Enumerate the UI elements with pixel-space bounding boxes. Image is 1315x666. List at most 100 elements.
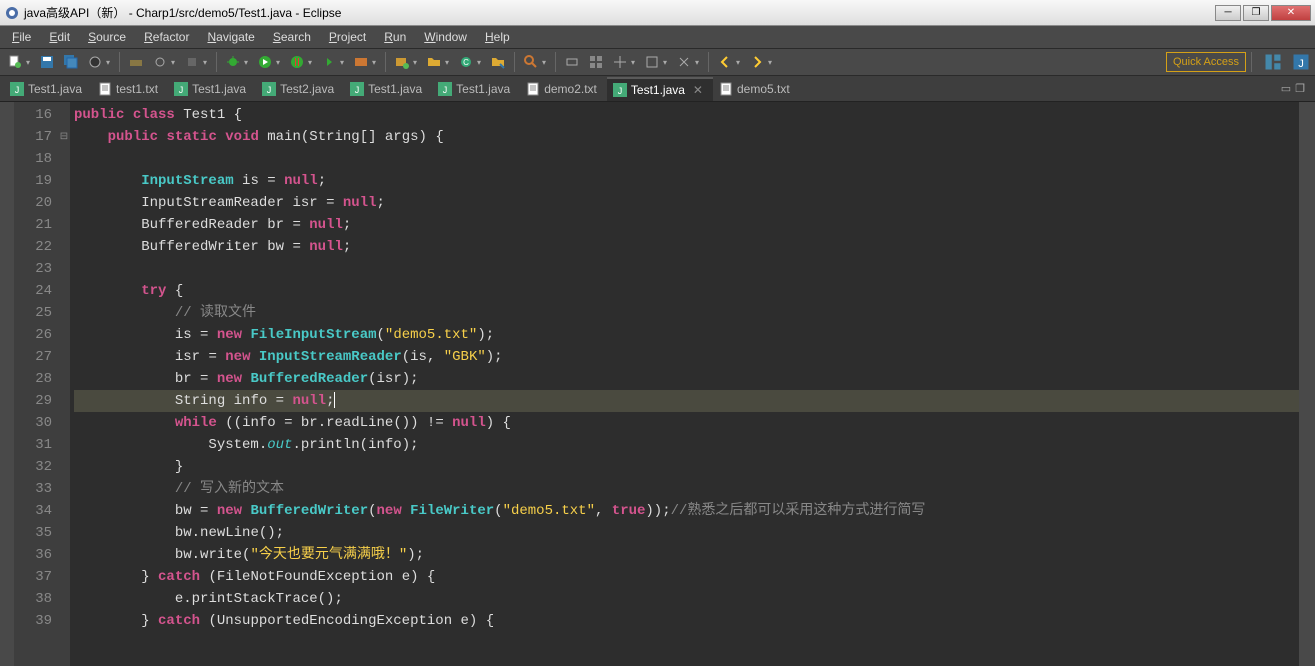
dropdown-icon[interactable]: ▾ (276, 58, 284, 67)
menu-refactor[interactable]: Refactor (136, 28, 197, 46)
code-line[interactable]: // 写入新的文本 (74, 478, 1299, 500)
fold-marker[interactable] (58, 324, 70, 346)
line-number[interactable]: 24 (14, 280, 52, 302)
line-number-gutter[interactable]: 1617181920212223242526272829303132333435… (14, 102, 58, 666)
line-number[interactable]: 25 (14, 302, 52, 324)
fold-marker[interactable] (58, 258, 70, 280)
code-line[interactable]: while ((info = br.readLine()) != null) { (74, 412, 1299, 434)
dropdown-icon[interactable]: ▾ (106, 58, 114, 67)
run-last-icon[interactable] (318, 51, 340, 73)
minimize-button[interactable]: ─ (1215, 5, 1241, 21)
line-number[interactable]: 38 (14, 588, 52, 610)
close-button[interactable]: ✕ (1271, 5, 1311, 21)
fold-marker[interactable] (58, 104, 70, 126)
search-icon[interactable] (520, 51, 542, 73)
close-tab-icon[interactable]: ✕ (693, 83, 703, 97)
fold-marker[interactable] (58, 346, 70, 368)
code-line[interactable] (74, 148, 1299, 170)
run-icon[interactable] (254, 51, 276, 73)
fold-marker[interactable] (58, 500, 70, 522)
coverage-icon[interactable] (286, 51, 308, 73)
dropdown-icon[interactable]: ▾ (477, 58, 485, 67)
menu-run[interactable]: Run (376, 28, 414, 46)
line-number[interactable]: 17 (14, 126, 52, 148)
minimize-view-icon[interactable]: ▭ (1281, 82, 1291, 95)
dropdown-icon[interactable]: ▾ (413, 58, 421, 67)
fold-marker[interactable]: ⊟ (58, 126, 70, 148)
line-number[interactable]: 34 (14, 500, 52, 522)
code-line[interactable]: bw = new BufferedWriter(new FileWriter("… (74, 500, 1299, 522)
code-line[interactable]: public class Test1 { (74, 104, 1299, 126)
print-icon[interactable] (84, 51, 106, 73)
fold-marker[interactable] (58, 434, 70, 456)
line-number[interactable]: 21 (14, 214, 52, 236)
dropdown-icon[interactable]: ▾ (631, 58, 639, 67)
java-perspective-icon[interactable]: J (1291, 52, 1311, 72)
tool-icon[interactable] (149, 51, 171, 73)
fold-marker[interactable] (58, 456, 70, 478)
perspective-icon[interactable] (1263, 52, 1283, 72)
line-number[interactable]: 18 (14, 148, 52, 170)
code-line[interactable]: // 读取文件 (74, 302, 1299, 324)
fold-marker[interactable] (58, 566, 70, 588)
code-line[interactable]: public static void main(String[] args) { (74, 126, 1299, 148)
back-icon[interactable] (714, 51, 736, 73)
menu-search[interactable]: Search (265, 28, 319, 46)
menu-window[interactable]: Window (416, 28, 475, 46)
save-all-icon[interactable] (60, 51, 82, 73)
code-line[interactable]: bw.newLine(); (74, 522, 1299, 544)
dropdown-icon[interactable]: ▾ (695, 58, 703, 67)
fold-marker[interactable] (58, 588, 70, 610)
editor-tab[interactable]: JTest1.java (432, 77, 520, 101)
dropdown-icon[interactable]: ▾ (768, 58, 776, 67)
fold-marker[interactable] (58, 522, 70, 544)
editor-tab[interactable]: demo5.txt (713, 77, 800, 101)
fold-marker[interactable] (58, 390, 70, 412)
code-line[interactable]: try { (74, 280, 1299, 302)
new-package-icon[interactable] (391, 51, 413, 73)
line-number[interactable]: 31 (14, 434, 52, 456)
code-line[interactable]: is = new FileInputStream("demo5.txt"); (74, 324, 1299, 346)
dropdown-icon[interactable]: ▾ (445, 58, 453, 67)
dropdown-icon[interactable]: ▾ (736, 58, 744, 67)
line-number[interactable]: 36 (14, 544, 52, 566)
fold-marker[interactable] (58, 302, 70, 324)
code-line[interactable]: } (74, 456, 1299, 478)
line-number[interactable]: 20 (14, 192, 52, 214)
editor-tab[interactable]: demo2.txt (520, 77, 607, 101)
fold-marker[interactable] (58, 412, 70, 434)
code-line[interactable]: BufferedWriter bw = null; (74, 236, 1299, 258)
line-number[interactable]: 39 (14, 610, 52, 632)
code-line[interactable]: InputStream is = null; (74, 170, 1299, 192)
editor-tab[interactable]: JTest1.java (168, 77, 256, 101)
line-number[interactable]: 33 (14, 478, 52, 500)
toggle-icon[interactable] (561, 51, 583, 73)
maximize-button[interactable]: ❐ (1243, 5, 1269, 21)
line-number[interactable]: 27 (14, 346, 52, 368)
line-number[interactable]: 29 (14, 390, 52, 412)
fold-marker[interactable] (58, 236, 70, 258)
menu-navigate[interactable]: Navigate (199, 28, 262, 46)
code-line[interactable]: isr = new InputStreamReader(is, "GBK"); (74, 346, 1299, 368)
menu-file[interactable]: File (4, 28, 39, 46)
line-number[interactable]: 32 (14, 456, 52, 478)
code-line[interactable]: e.printStackTrace(); (74, 588, 1299, 610)
fold-marker[interactable] (58, 280, 70, 302)
tool-icon[interactable] (641, 51, 663, 73)
new-folder-icon[interactable] (423, 51, 445, 73)
line-number[interactable]: 26 (14, 324, 52, 346)
dropdown-icon[interactable]: ▾ (663, 58, 671, 67)
tool-icon[interactable] (181, 51, 203, 73)
code-line[interactable]: } catch (UnsupportedEncodingException e)… (74, 610, 1299, 632)
code-area[interactable]: public class Test1 { public static void … (70, 102, 1299, 666)
editor-tab[interactable]: test1.txt (92, 77, 168, 101)
code-line[interactable]: String info = null; (74, 390, 1299, 412)
code-line[interactable]: System.out.println(info); (74, 434, 1299, 456)
code-line[interactable]: br = new BufferedReader(isr); (74, 368, 1299, 390)
editor-tab[interactable]: JTest1.java✕ (607, 77, 713, 101)
line-number[interactable]: 28 (14, 368, 52, 390)
dropdown-icon[interactable]: ▾ (171, 58, 179, 67)
code-line[interactable]: } catch (FileNotFoundException e) { (74, 566, 1299, 588)
fold-marker[interactable] (58, 544, 70, 566)
line-number[interactable]: 30 (14, 412, 52, 434)
